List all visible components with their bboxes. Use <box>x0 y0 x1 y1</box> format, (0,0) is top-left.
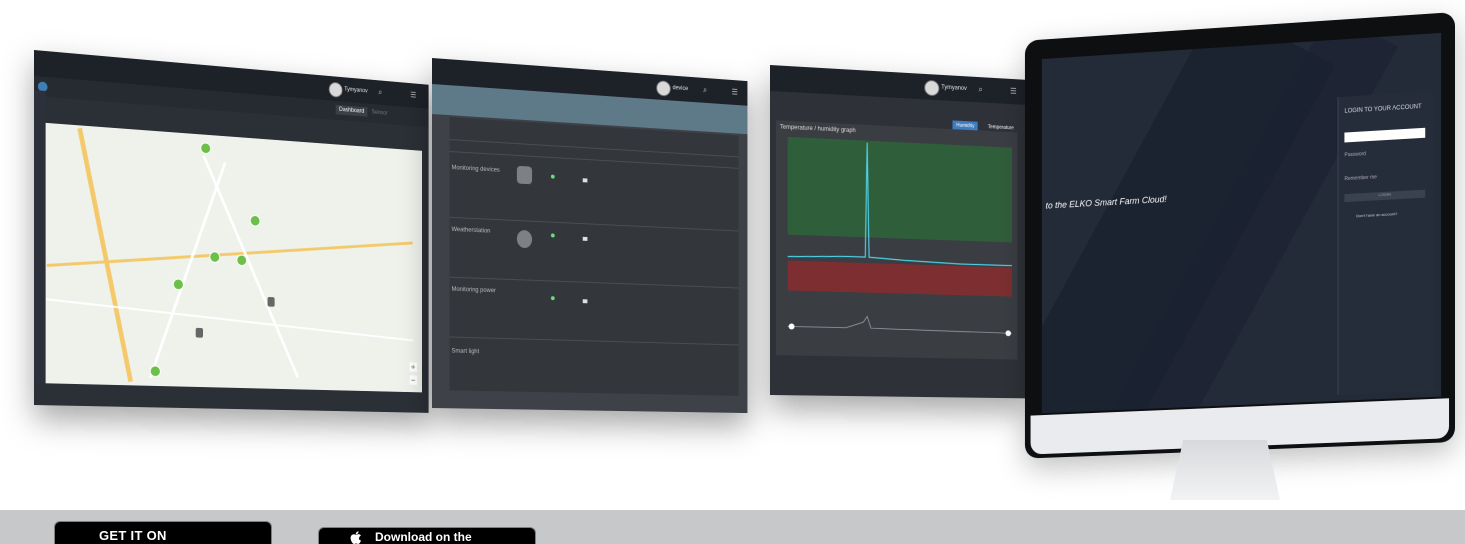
graph-title: Temperature / humidity graph <box>779 124 856 135</box>
divider <box>449 336 739 346</box>
devices-screen: device ⌕ ☰ Monitoring devices Weathersta… <box>432 58 748 414</box>
password-field[interactable]: Password <box>1344 151 1366 158</box>
avatar[interactable] <box>656 80 671 97</box>
map-pin[interactable] <box>249 214 261 227</box>
device-pin[interactable] <box>267 296 275 307</box>
hero-scene: Tymyanov ⌕ ☰ Dashboard Sensor + − device… <box>0 0 1465 544</box>
login-screen: to the ELKO Smart Farm Cloud! LOGIN TO Y… <box>1041 32 1442 414</box>
search-icon[interactable]: ⌕ <box>378 88 382 97</box>
alarm-zone <box>787 260 1012 297</box>
graph-card: Temperature / humidity graph <box>775 120 1018 360</box>
road <box>148 161 227 379</box>
app-store-label: Download on the <box>375 530 472 544</box>
device-row-label: Monitoring devices <box>451 165 500 174</box>
fan-icon <box>516 229 533 249</box>
login-form: LOGIN TO YOUR ACCOUNT Password Remember … <box>1337 91 1434 395</box>
menu-icon[interactable]: ☰ <box>732 88 738 97</box>
app-store-button[interactable]: Download on the <box>318 527 536 544</box>
device-pin[interactable] <box>195 327 203 338</box>
map-canvas[interactable]: + − <box>45 122 422 393</box>
map-pin[interactable] <box>149 365 161 378</box>
status-dot <box>550 174 555 179</box>
map-screen: Tymyanov ⌕ ☰ Dashboard Sensor + − <box>34 50 429 413</box>
indicator-icon <box>582 236 588 241</box>
map-pin[interactable] <box>172 278 184 291</box>
avatar[interactable] <box>924 79 940 97</box>
monitor-stand <box>1170 440 1280 500</box>
status-dot <box>550 233 555 238</box>
map-pin[interactable] <box>200 142 212 155</box>
device-row-label: Smart light <box>451 348 480 356</box>
safe-zone <box>787 136 1012 243</box>
menu-icon[interactable]: ☰ <box>1010 87 1017 96</box>
divider <box>449 216 739 232</box>
devices-card: Monitoring devices Weatherstation Monito… <box>449 117 739 396</box>
search-icon[interactable]: ⌕ <box>979 85 983 94</box>
graph-topbar: Tymyanov ⌕ ☰ <box>770 65 1027 105</box>
google-play-button[interactable]: GET IT ON <box>54 521 272 544</box>
device-row-label: Monitoring power <box>451 286 496 295</box>
indicator-icon <box>582 178 588 183</box>
dashboard-button[interactable]: Dashboard <box>335 104 368 117</box>
username: device <box>672 85 689 93</box>
map-pin[interactable] <box>236 254 248 267</box>
login-heading: LOGIN TO YOUR ACCOUNT <box>1344 104 1422 115</box>
email-field[interactable] <box>1344 127 1426 143</box>
range-handle[interactable] <box>1005 330 1012 337</box>
apple-icon <box>350 531 361 544</box>
username: Tymyanov <box>344 86 368 95</box>
signup-link[interactable]: Don't have an account? <box>1356 211 1397 218</box>
google-play-label: GET IT ON <box>99 528 167 543</box>
desktop-monitor: to the ELKO Smart Farm Cloud! LOGIN TO Y… <box>1024 12 1455 459</box>
device-row-label: Weatherstation <box>451 226 491 235</box>
zoom-out-button[interactable]: − <box>409 375 417 385</box>
range-overview-line <box>788 314 1012 333</box>
status-dot <box>550 296 555 301</box>
divider <box>449 276 739 289</box>
road <box>202 155 299 378</box>
map-pin[interactable] <box>209 250 221 264</box>
remember-me-checkbox[interactable]: Remember me <box>1344 174 1376 182</box>
highway <box>77 127 133 383</box>
road <box>46 298 414 342</box>
search-hint: Sensor <box>371 109 388 117</box>
graph-screen: Tymyanov ⌕ ☰ Humidity Temperature Temper… <box>770 65 1027 399</box>
range-handle[interactable] <box>788 323 795 330</box>
map-sidebar <box>34 90 46 406</box>
zoom-in-button[interactable]: + <box>409 362 417 372</box>
menu-icon[interactable]: ☰ <box>410 91 416 100</box>
device-icon <box>516 165 533 185</box>
humidity-chart <box>787 136 1012 337</box>
login-button[interactable]: LOGIN <box>1344 189 1426 203</box>
avatar[interactable] <box>328 81 343 98</box>
username: Tymyanov <box>941 84 967 92</box>
search-icon[interactable]: ⌕ <box>703 86 707 95</box>
indicator-icon <box>582 299 588 304</box>
divider <box>449 139 739 158</box>
